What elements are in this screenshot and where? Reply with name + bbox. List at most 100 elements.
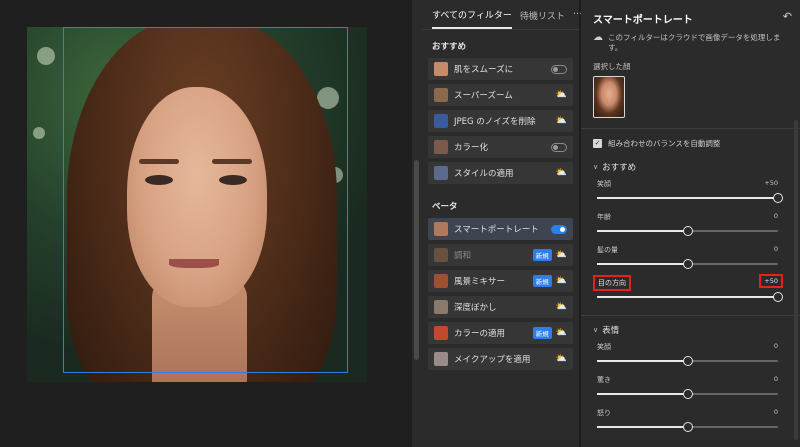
slider-label: 笑顔	[597, 343, 611, 351]
slider-value: 0	[773, 342, 778, 350]
filter-item[interactable]: スマートポートレート	[428, 218, 573, 240]
slider-fill	[597, 393, 688, 395]
filter-toggle[interactable]	[551, 64, 567, 74]
filter-thumbnail	[434, 114, 448, 128]
canvas-scrollbar[interactable]	[414, 160, 419, 360]
selected-face-thumbnail[interactable]	[593, 76, 625, 118]
auto-balance-checkbox[interactable]: ✓	[593, 139, 602, 148]
group-header[interactable]: ∨ おすすめ	[581, 153, 800, 179]
undo-icon[interactable]: ↶	[783, 10, 792, 23]
cloud-notice-text: このフィルターはクラウドで画像データを処理します。	[608, 33, 781, 52]
recommended-filter-list: 肌をスムーズにスーパーズーム ⛅ JPEG のノイズを削除 ⛅ カラー化スタイルの適用 ⛅	[422, 58, 579, 184]
filter-label: スタイルの適用	[454, 169, 514, 179]
slider-label: 笑顔	[597, 180, 611, 188]
slider-knob[interactable]	[682, 422, 693, 432]
slider-fill	[597, 296, 778, 298]
slider-row: 年齢 0	[581, 212, 800, 245]
slider-value: +50	[764, 179, 778, 187]
filter-thumbnail	[434, 300, 448, 314]
filter-thumbnail	[434, 274, 448, 288]
filters-panel: すべてのフィルター 待機リスト ··· おすすめ 肌をスムーズにスーパーズーム ⛅…	[422, 0, 582, 447]
filter-label: スマートポートレート	[454, 225, 539, 235]
auto-balance-row[interactable]: ✓ 組み合わせのバランスを自動調整	[581, 129, 800, 153]
cloud-download-icon[interactable]: ⛅	[556, 90, 567, 100]
filter-control	[551, 224, 567, 234]
filter-item[interactable]: スタイルの適用 ⛅	[428, 162, 573, 184]
slider-value: +50	[759, 274, 783, 288]
new-badge: 新規	[532, 275, 552, 287]
filter-tabs: すべてのフィルター 待機リスト ···	[422, 0, 582, 30]
section-title-recommended: おすすめ	[432, 42, 467, 52]
filter-control: 新規 ⛅	[532, 249, 567, 261]
group-title: 表情	[602, 326, 620, 336]
tab-waitlist[interactable]: 待機リスト	[520, 1, 565, 28]
filter-item[interactable]: 深度ぼかし ⛅	[428, 296, 573, 318]
filter-item[interactable]: メイクアップを適用 ⛅	[428, 348, 573, 370]
beta-filter-list: スマートポートレート 調和 新規 ⛅ 風景ミキサー 新規 ⛅ 深度ぼかし ⛅ カラーの適用 新規 ⛅ メ…	[422, 218, 579, 370]
filter-label: 調和	[454, 251, 472, 261]
group-title: おすすめ	[602, 163, 637, 173]
slider-knob[interactable]	[773, 292, 783, 302]
filter-item[interactable]: 調和 新規 ⛅	[428, 244, 573, 266]
tab-all-filters[interactable]: すべてのフィルター	[432, 0, 512, 29]
slider-row: 驚き 0	[581, 375, 800, 408]
slider-value: 0	[773, 212, 778, 220]
slider-knob[interactable]	[682, 356, 693, 366]
filter-control: ⛅	[556, 168, 567, 178]
slider-fill	[597, 360, 688, 362]
slider-knob[interactable]	[682, 226, 693, 236]
cloud-notice: ☁ このフィルターはクラウドで画像データを処理します。	[593, 33, 790, 53]
canvas-area[interactable]	[0, 0, 412, 447]
filter-item[interactable]: カラー化	[428, 136, 573, 158]
filter-label: 風景ミキサー	[454, 277, 506, 287]
cloud-download-icon[interactable]: ⛅	[556, 302, 567, 312]
bokeh-light	[37, 47, 55, 65]
slider-fill	[597, 197, 778, 199]
filter-thumbnail	[434, 352, 448, 366]
slider-fill	[597, 230, 688, 232]
auto-balance-label: 組み合わせのバランスを自動調整	[608, 139, 721, 148]
cloud-download-icon[interactable]: ⛅	[556, 354, 567, 364]
slider-row: 笑顔 0	[581, 342, 800, 375]
settings-scrollbar[interactable]	[794, 120, 798, 440]
cloud-download-icon[interactable]: ⛅	[556, 276, 567, 286]
group-header[interactable]: ∨ 表情	[581, 316, 800, 342]
slider-row: 怒り 0	[581, 408, 800, 441]
filter-item[interactable]: 肌をスムーズに	[428, 58, 573, 80]
cloud-download-icon[interactable]: ⛅	[556, 328, 567, 338]
filter-item[interactable]: 風景ミキサー 新規 ⛅	[428, 270, 573, 292]
slider-label: 年齢	[597, 213, 611, 221]
new-badge: 新規	[532, 327, 552, 339]
filter-control: ⛅	[556, 116, 567, 126]
cloud-download-icon[interactable]: ⛅	[556, 250, 567, 260]
filter-thumbnail	[434, 222, 448, 236]
filter-thumbnail	[434, 140, 448, 154]
filter-toggle[interactable]	[551, 142, 567, 152]
filter-label: JPEG のノイズを削除	[454, 117, 536, 127]
slider-knob[interactable]	[682, 259, 693, 269]
filter-thumbnail	[434, 248, 448, 262]
chevron-down-icon: ∨	[593, 163, 599, 171]
slider-value: 0	[773, 375, 778, 383]
slider-fill	[597, 263, 688, 265]
face-selection-box[interactable]	[63, 27, 348, 373]
slider-knob[interactable]	[773, 193, 783, 203]
slider-track[interactable]	[597, 197, 778, 199]
filter-thumbnail	[434, 326, 448, 340]
slider-row: 目の方向 +50	[581, 274, 800, 311]
chevron-down-icon: ∨	[593, 326, 599, 334]
filter-item[interactable]: スーパーズーム ⛅	[428, 84, 573, 106]
cloud-download-icon[interactable]: ⛅	[556, 168, 567, 178]
slider-knob[interactable]	[682, 389, 693, 399]
filter-label: メイクアップを適用	[454, 355, 531, 365]
filter-item[interactable]: カラーの適用 新規 ⛅	[428, 322, 573, 344]
filter-item[interactable]: JPEG のノイズを削除 ⛅	[428, 110, 573, 132]
filter-toggle[interactable]	[551, 224, 567, 234]
smart-portrait-settings: スマートポートレート ↶ ☁ このフィルターはクラウドで画像データを処理します。…	[581, 0, 800, 447]
section-title-beta: ベータ	[432, 202, 458, 212]
filter-label: 肌をスムーズに	[454, 65, 514, 75]
slider-track[interactable]	[597, 296, 778, 298]
cloud-download-icon[interactable]: ⛅	[556, 116, 567, 126]
filter-thumbnail	[434, 88, 448, 102]
filter-control: ⛅	[556, 302, 567, 312]
